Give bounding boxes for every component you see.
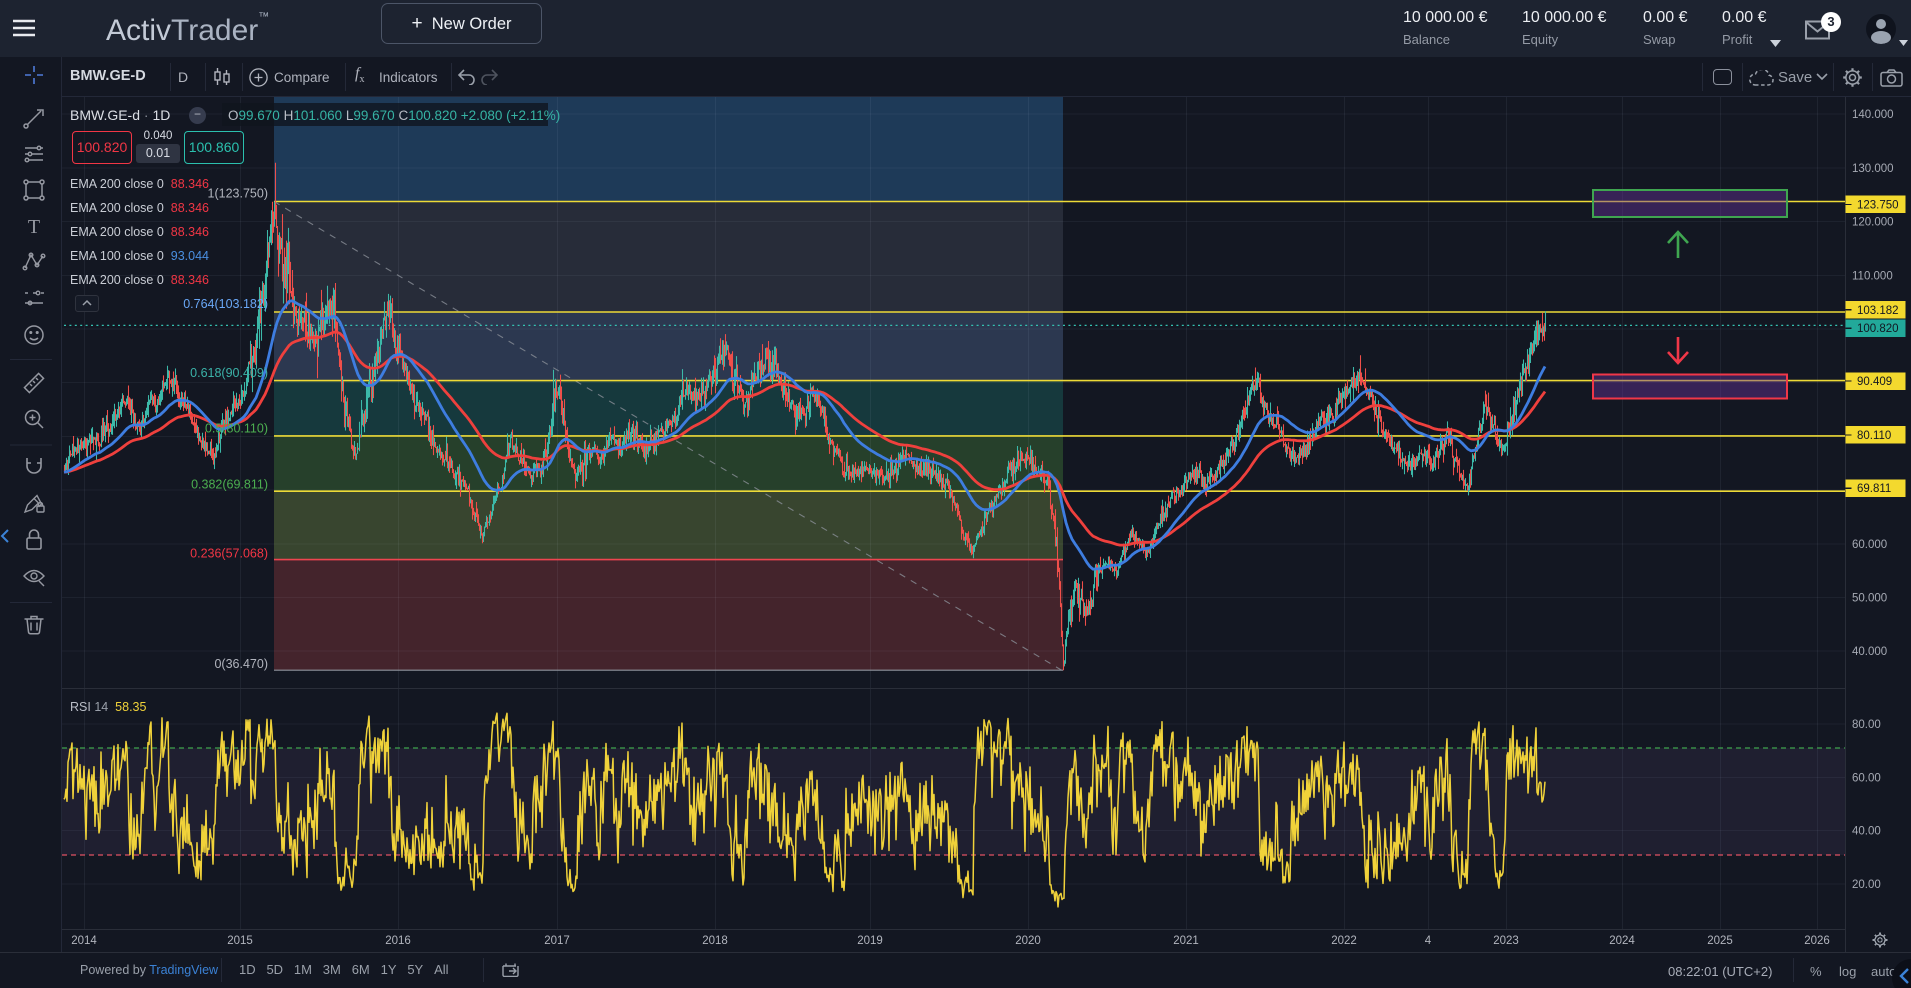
svg-text:103.182: 103.182 [1857, 305, 1899, 317]
svg-text:2023: 2023 [1493, 935, 1519, 947]
svg-text:50.000: 50.000 [1852, 593, 1887, 605]
svg-text:2026: 2026 [1804, 935, 1830, 947]
svg-text:2020: 2020 [1015, 935, 1041, 947]
svg-text:2017: 2017 [544, 935, 570, 947]
svg-text:130.000: 130.000 [1852, 163, 1894, 175]
svg-text:0(36.470): 0(36.470) [214, 657, 268, 671]
svg-text:2014: 2014 [71, 935, 97, 947]
svg-text:0.618(90.409): 0.618(90.409) [190, 366, 268, 380]
svg-text:40.00: 40.00 [1852, 826, 1881, 838]
svg-text:80.00: 80.00 [1852, 719, 1881, 731]
svg-text:2025: 2025 [1707, 935, 1733, 947]
svg-text:123.750: 123.750 [1857, 199, 1899, 211]
svg-text:60.00: 60.00 [1852, 772, 1881, 784]
svg-text:1(123.750): 1(123.750) [208, 187, 268, 201]
svg-text:0.382(69.811): 0.382(69.811) [191, 477, 268, 491]
svg-text:0.5(80.110): 0.5(80.110) [205, 421, 268, 435]
svg-text:140.000: 140.000 [1852, 109, 1894, 121]
svg-text:120.000: 120.000 [1852, 217, 1894, 229]
svg-text:2018: 2018 [702, 935, 728, 947]
svg-text:110.000: 110.000 [1852, 270, 1893, 282]
svg-text:2022: 2022 [1331, 935, 1357, 947]
svg-text:0.236(57.068): 0.236(57.068) [190, 547, 268, 561]
svg-text:2015: 2015 [227, 935, 253, 947]
svg-text:20.00: 20.00 [1852, 879, 1881, 891]
svg-text:2021: 2021 [1173, 935, 1199, 947]
svg-text:100.820: 100.820 [1857, 323, 1899, 335]
svg-text:69.811: 69.811 [1857, 483, 1891, 495]
svg-text:2024: 2024 [1609, 935, 1635, 947]
svg-text:90.409: 90.409 [1857, 376, 1892, 388]
svg-text:4: 4 [1425, 935, 1432, 947]
svg-text:2019: 2019 [857, 935, 883, 947]
svg-text:60.000: 60.000 [1852, 539, 1887, 551]
svg-text:0.764(103.182): 0.764(103.182) [183, 297, 268, 311]
svg-text:80.110: 80.110 [1857, 430, 1891, 442]
svg-text:2016: 2016 [385, 935, 411, 947]
svg-text:40.000: 40.000 [1852, 646, 1887, 658]
svg-text:T: T [28, 216, 40, 238]
